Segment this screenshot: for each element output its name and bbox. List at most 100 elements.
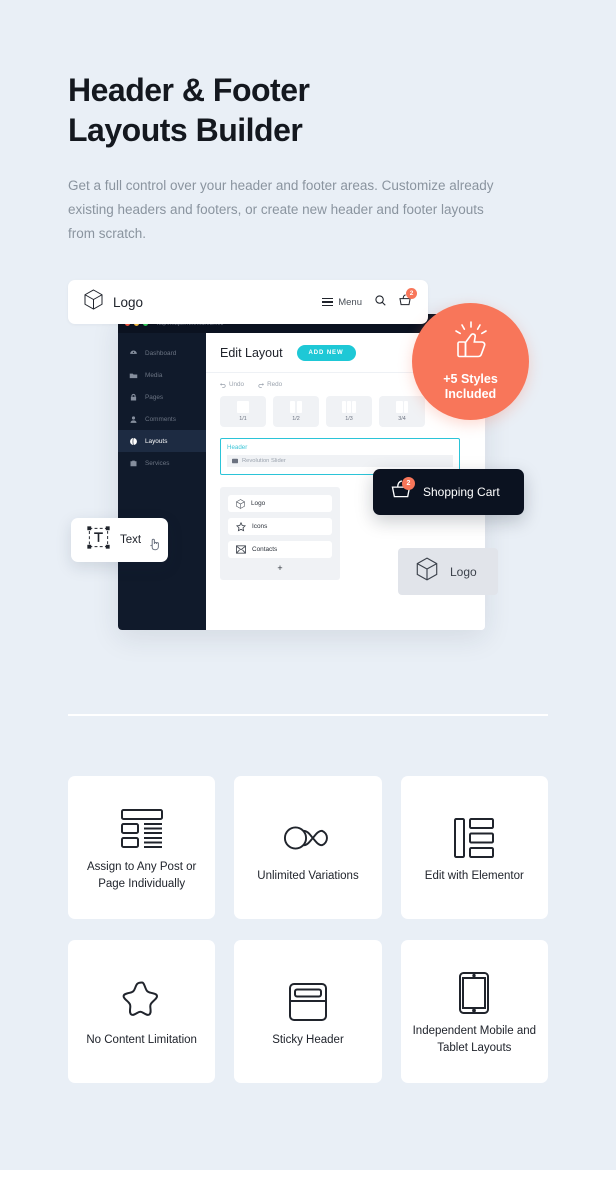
feature-label: Independent Mobile and Tablet Layouts [412,1025,537,1054]
hamburger-icon [322,298,334,306]
page-title-line-1: Header & Footer [68,72,310,108]
cart-icon[interactable]: 2 [399,288,417,311]
sidebar-item-media[interactable]: Media [118,364,206,386]
menu-button[interactable]: Menu [322,297,362,308]
widget-label: Revolution Slider [242,458,286,464]
search-icon[interactable] [375,293,386,311]
redo-button[interactable]: Redo [258,381,282,388]
elementor-icon [453,811,495,865]
page-section: Header & Footer Layouts Builder Get a fu… [0,0,616,1170]
builder-mockup: http://https://themarea.net/ Dashboard M… [0,303,616,700]
feature-card-sticky-header[interactable]: Sticky Header [234,940,382,1083]
undo-icon [220,382,226,388]
sidebar-item-label: Dashboard [145,349,177,357]
feature-label: Unlimited Variations [257,869,359,882]
hand-cursor-icon [149,537,161,556]
shopping-cart-chip[interactable]: 2 Shopping Cart [373,469,524,515]
infinity-icon [283,811,333,865]
feature-label: Edit with Elementor [424,869,524,882]
sidebar-item-label: Media [145,371,163,379]
hero-block: Header & Footer Layouts Builder Get a fu… [0,0,616,324]
folder-icon [129,373,138,378]
sidebar-item-label: Comments [145,415,176,423]
lock-icon [130,393,137,400]
logo-widget-label: Logo [450,564,477,579]
feature-card-unlimited-variations[interactable]: Unlimited Variations [234,776,382,919]
column-preset[interactable]: 1/3 [326,396,372,427]
sidebar-item-services[interactable]: Services [118,452,206,474]
logo-widget-chip[interactable]: Logo [398,548,498,595]
styles-badge-line-2: Included [444,387,497,401]
sidebar-item-dashboard[interactable]: Dashboard [118,342,206,364]
site-header-preview: Logo Menu 2 [68,280,428,324]
star-outline-icon [119,975,165,1029]
tablet-icon [458,966,490,1020]
globe-icon [130,437,137,445]
admin-sidebar: Dashboard Media Pages Comments Layouts S… [118,333,206,630]
feature-card-mobile-tablet-layouts[interactable]: Independent Mobile and Tablet Layouts [400,940,548,1083]
text-widget-chip[interactable]: Text [71,518,168,562]
content-title: Edit Layout [220,346,283,360]
cart-icon: 2 [391,477,415,504]
shopping-cart-label: Shopping Cart [423,485,500,499]
site-header-logo[interactable]: Logo [84,289,143,315]
panel-item-icons[interactable]: Icons [228,518,332,535]
column-preset-label: 1/2 [292,416,300,422]
cart-badge: 2 [402,477,415,490]
panel-add-button[interactable]: + [228,564,332,576]
panel-item-contacts[interactable]: Contacts [228,541,332,558]
user-icon [130,415,137,423]
cart-badge: 2 [406,288,417,299]
thumbs-up-icon [451,321,491,364]
cube-icon [416,557,438,586]
column-glyph-1-2 [289,401,303,413]
widget-revolution-slider[interactable]: Revolution Slider [227,455,453,467]
gauge-icon [130,350,137,354]
styles-badge-line-1: +5 Styles [443,372,498,386]
undo-button[interactable]: Undo [220,381,244,388]
sidebar-item-layouts[interactable]: Layouts [118,430,206,452]
column-preset-label: 1/1 [239,416,247,422]
sticky-header-icon [288,975,328,1029]
add-new-button[interactable]: ADD NEW [296,345,356,361]
elements-panel: Logo Icons Contacts + [220,487,340,580]
header-section-label: Header [227,444,248,451]
panel-item-logo[interactable]: Logo [228,495,332,512]
sidebar-item-label: Layouts [145,437,168,445]
column-preset[interactable]: 1/1 [220,396,266,427]
styles-badge-text: +5 Styles Included [443,372,498,402]
feature-label: Sticky Header [272,1033,344,1046]
star-icon [236,521,246,531]
site-header-nav: Menu 2 [322,288,417,311]
sidebar-item-label: Services [145,459,170,467]
column-glyph-3-4 [395,401,409,413]
briefcase-icon [130,460,137,466]
column-preset[interactable]: 3/4 [379,396,425,427]
sidebar-item-pages[interactable]: Pages [118,386,206,408]
menu-label: Menu [338,296,362,308]
column-preset[interactable]: 1/2 [273,396,319,427]
column-preset-label: 1/3 [345,416,353,422]
cube-icon [84,289,103,315]
layout-list-icon [120,802,164,856]
feature-card-no-content-limitation[interactable]: No Content Limitation [68,940,216,1083]
styles-badge: +5 Styles Included [412,303,529,420]
feature-card-edit-with-elementor[interactable]: Edit with Elementor [400,776,548,919]
text-widget-label: Text [120,534,142,546]
column-glyph-1-1 [237,401,249,413]
undo-label: Undo [229,381,245,388]
page-title-line-2: Layouts Builder [68,112,303,148]
panel-item-label: Contacts [252,546,278,553]
feature-card-assign-to-post[interactable]: Assign to Any Post or Page Individually [68,776,216,919]
feature-grid-row-2: No Content Limitation Sticky Header Inde… [0,919,616,1159]
panel-item-label: Icons [252,523,268,530]
slider-icon [232,458,238,464]
sidebar-item-comments[interactable]: Comments [118,408,206,430]
panel-item-label: Logo [251,500,266,507]
feature-label: No Content Limitation [86,1033,197,1046]
sidebar-item-label: Pages [145,393,164,401]
redo-label: Redo [267,381,283,388]
feature-grid-row-1: Assign to Any Post or Page Individually … [0,716,616,919]
feature-label: Assign to Any Post or Page Individually [87,861,197,890]
page-title: Header & Footer Layouts Builder [68,0,548,150]
